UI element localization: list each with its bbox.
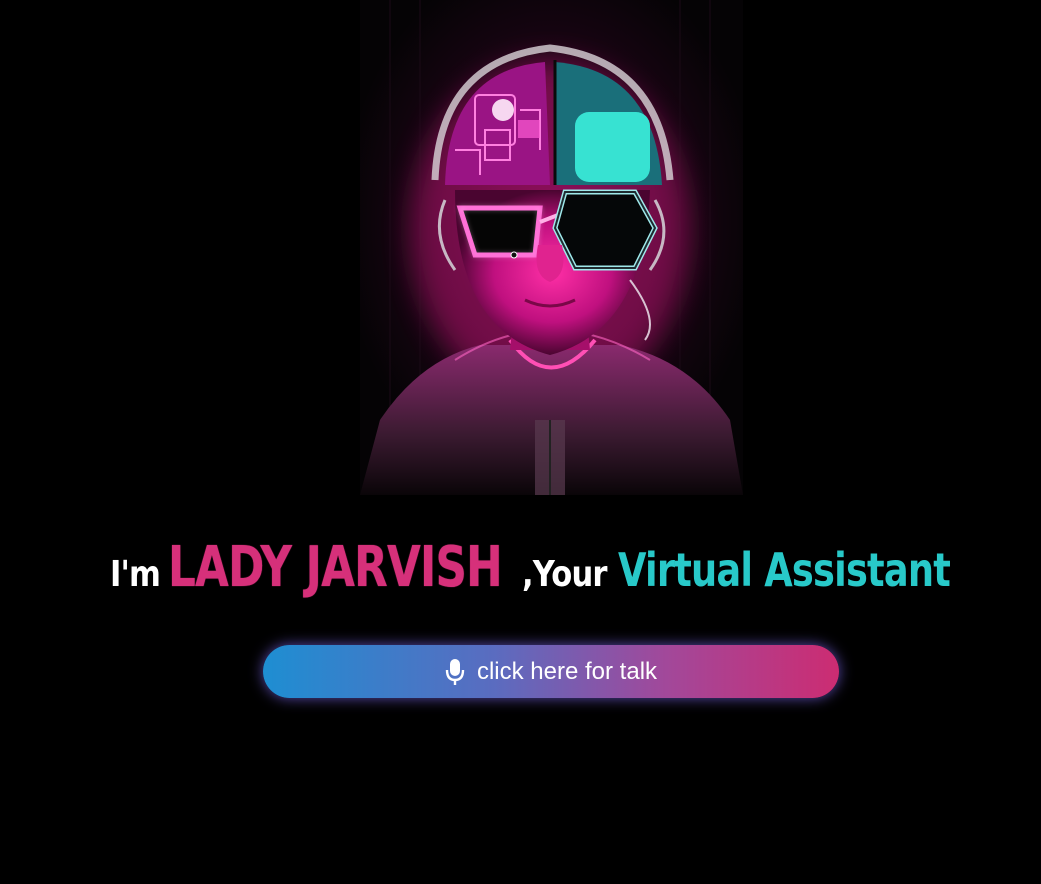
avatar-illustration: [360, 0, 743, 495]
talk-button-label: click here for talk: [476, 657, 658, 685]
assistant-name: LADY JARVISH: [167, 535, 503, 600]
microphone-icon: [445, 658, 465, 686]
headline-prefix: I'm: [110, 554, 161, 595]
page: I'm LADY JARVISH ,Your Virtual Assistant…: [0, 0, 1041, 884]
headline-middle: ,Your: [522, 554, 607, 595]
assistant-role: Virtual Assistant: [618, 543, 951, 597]
assistant-avatar-image: [360, 0, 743, 495]
talk-button[interactable]: click here for talk: [263, 645, 839, 698]
headline: I'm LADY JARVISH ,Your Virtual Assistant: [110, 535, 1010, 605]
